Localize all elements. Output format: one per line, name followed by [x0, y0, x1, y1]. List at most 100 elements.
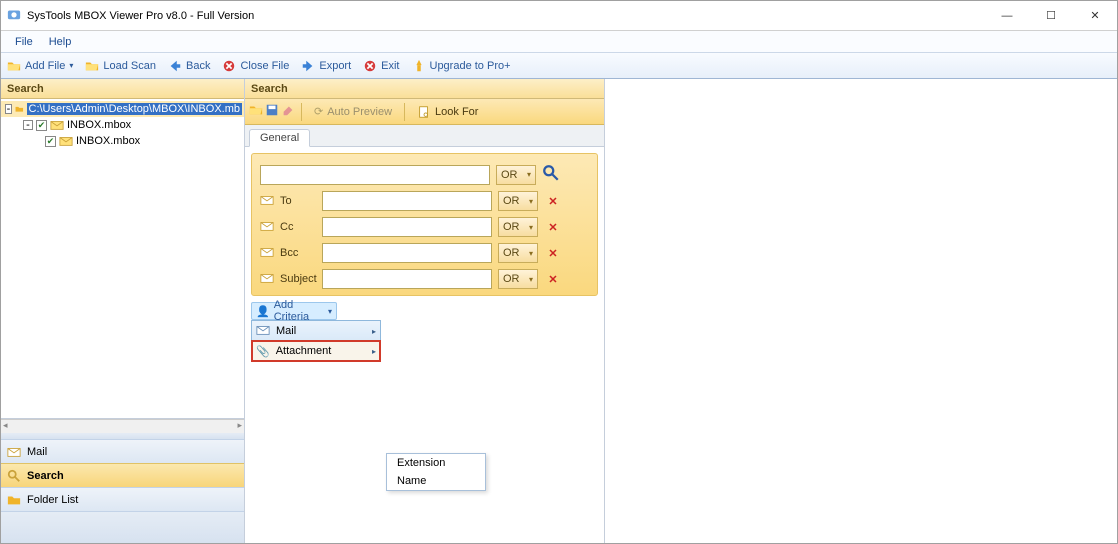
look-for-label: Look For	[435, 106, 478, 118]
submenu-item-name[interactable]: Name	[387, 472, 485, 490]
search-toolbar: ⟳ Auto Preview Look For	[245, 99, 604, 125]
search-tabs: General	[245, 125, 604, 147]
remove-row-button[interactable]: ✕	[544, 195, 562, 208]
eraser-icon[interactable]	[281, 103, 295, 120]
open-folder-icon[interactable]	[249, 103, 263, 120]
tree-node-label: INBOX.mbox	[76, 135, 140, 147]
upgrade-icon	[412, 59, 426, 73]
menu-item-attachment[interactable]: 📎 Attachment ▸	[252, 341, 380, 361]
bcc-input[interactable]	[322, 243, 492, 263]
subject-label: Subject	[280, 273, 316, 285]
folder-icon	[7, 493, 21, 507]
export-icon	[301, 59, 315, 73]
submenu-item-extension[interactable]: Extension	[387, 454, 485, 472]
folder-tree[interactable]: - C:\Users\Admin\Desktop\MBOX\INBOX.mb -…	[1, 99, 244, 419]
add-criteria-label: Add Criteria	[274, 299, 324, 323]
menu-bar: File Help	[1, 31, 1117, 53]
export-button[interactable]: Export	[301, 59, 351, 73]
menu-help[interactable]: Help	[49, 36, 72, 48]
window-title: SysTools MBOX Viewer Pro v8.0 - Full Ver…	[27, 10, 254, 22]
load-scan-button[interactable]: Load Scan	[85, 59, 156, 73]
app-icon	[7, 7, 21, 24]
add-criteria-button[interactable]: 👤 Add Criteria ▾	[251, 302, 337, 320]
collapse-icon[interactable]: -	[5, 104, 12, 114]
export-label: Export	[319, 60, 351, 72]
checkbox-checked-icon[interactable]: ✔	[36, 120, 47, 131]
operator-dropdown[interactable]: OR▾	[498, 191, 538, 211]
operator-label: OR	[503, 247, 520, 259]
nav-folder-list[interactable]: Folder List	[1, 487, 244, 511]
mail-folder-icon	[59, 134, 73, 148]
close-window-button[interactable]: ✕	[1073, 2, 1117, 30]
tree-node[interactable]: - ✔ INBOX.mbox	[1, 117, 244, 133]
operator-dropdown[interactable]: OR▾	[498, 269, 538, 289]
tree-node-label: INBOX.mbox	[67, 119, 131, 131]
chevron-right-icon: ▸	[372, 327, 376, 336]
menu-item-label: Mail	[276, 325, 296, 337]
search-panel-title: Search	[245, 79, 604, 99]
attachment-submenu: Extension Name	[386, 453, 486, 491]
add-file-button[interactable]: Add File▾	[7, 59, 73, 73]
back-button[interactable]: Back	[168, 59, 210, 73]
nav-search[interactable]: Search	[1, 463, 244, 487]
remove-row-button[interactable]: ✕	[544, 221, 562, 234]
maximize-button[interactable]: ☐	[1029, 2, 1073, 30]
to-label: To	[280, 195, 316, 207]
minimize-button[interactable]: —	[985, 2, 1029, 30]
operator-dropdown[interactable]: OR▾	[498, 217, 538, 237]
menu-item-mail[interactable]: Mail ▸	[252, 321, 380, 341]
chevron-right-icon: ▸	[372, 347, 376, 356]
bcc-label: Bcc	[280, 247, 316, 259]
cc-input[interactable]	[322, 217, 492, 237]
to-input[interactable]	[322, 191, 492, 211]
auto-preview-button[interactable]: ⟳ Auto Preview	[308, 103, 398, 120]
close-file-label: Close File	[240, 60, 289, 72]
checkbox-checked-icon[interactable]: ✔	[45, 136, 56, 147]
title-bar: SysTools MBOX Viewer Pro v8.0 - Full Ver…	[1, 1, 1117, 31]
attachment-icon: 📎	[256, 345, 270, 358]
operator-label: OR	[503, 273, 520, 285]
nav-mail[interactable]: Mail	[1, 439, 244, 463]
back-arrow-icon	[168, 59, 182, 73]
envelope-icon	[260, 193, 274, 210]
add-file-label: Add File	[25, 60, 65, 72]
horizontal-scrollbar[interactable]: ◂ ▸	[1, 419, 244, 433]
close-file-button[interactable]: Close File	[222, 59, 289, 73]
look-for-button[interactable]: Look For	[411, 103, 484, 121]
criteria-dropdown-menu: Mail ▸ 📎 Attachment ▸	[251, 320, 381, 362]
tree-node[interactable]: ✔ INBOX.mbox	[1, 133, 244, 149]
left-panel-title: Search	[1, 79, 244, 99]
remove-row-button[interactable]: ✕	[544, 273, 562, 286]
window-controls: — ☐ ✕	[985, 2, 1117, 30]
exit-label: Exit	[381, 60, 399, 72]
menu-file[interactable]: File	[15, 36, 33, 48]
refresh-icon: ⟳	[314, 105, 323, 118]
folder-icon	[15, 102, 24, 116]
nav-mail-label: Mail	[27, 446, 47, 458]
criteria-row-cc: Cc OR▾ ✕	[260, 217, 589, 237]
operator-label: OR	[501, 169, 518, 181]
close-file-icon	[222, 59, 236, 73]
mail-folder-icon	[50, 118, 64, 132]
tab-general[interactable]: General	[249, 129, 310, 147]
person-plus-icon: 👤	[256, 305, 270, 318]
upgrade-button[interactable]: Upgrade to Pro+	[412, 59, 511, 73]
search-doc-icon	[417, 105, 431, 119]
load-scan-label: Load Scan	[103, 60, 156, 72]
exit-button[interactable]: Exit	[363, 59, 399, 73]
subject-input[interactable]	[322, 269, 492, 289]
criteria-row-bcc: Bcc OR▾ ✕	[260, 243, 589, 263]
keyword-input[interactable]	[260, 165, 490, 185]
envelope-icon	[256, 323, 270, 340]
tree-root-node[interactable]: - C:\Users\Admin\Desktop\MBOX\INBOX.mb	[1, 101, 244, 117]
save-icon[interactable]	[265, 103, 279, 120]
collapse-icon[interactable]: -	[23, 120, 33, 130]
search-panel: Search ⟳ Auto Preview Look For General	[245, 79, 605, 543]
run-search-button[interactable]	[542, 164, 560, 185]
criteria-row-keyword: OR▾	[260, 164, 589, 185]
remove-row-button[interactable]: ✕	[544, 247, 562, 260]
upgrade-label: Upgrade to Pro+	[430, 60, 511, 72]
operator-dropdown[interactable]: OR▾	[496, 165, 536, 185]
envelope-icon	[260, 219, 274, 236]
operator-dropdown[interactable]: OR▾	[498, 243, 538, 263]
